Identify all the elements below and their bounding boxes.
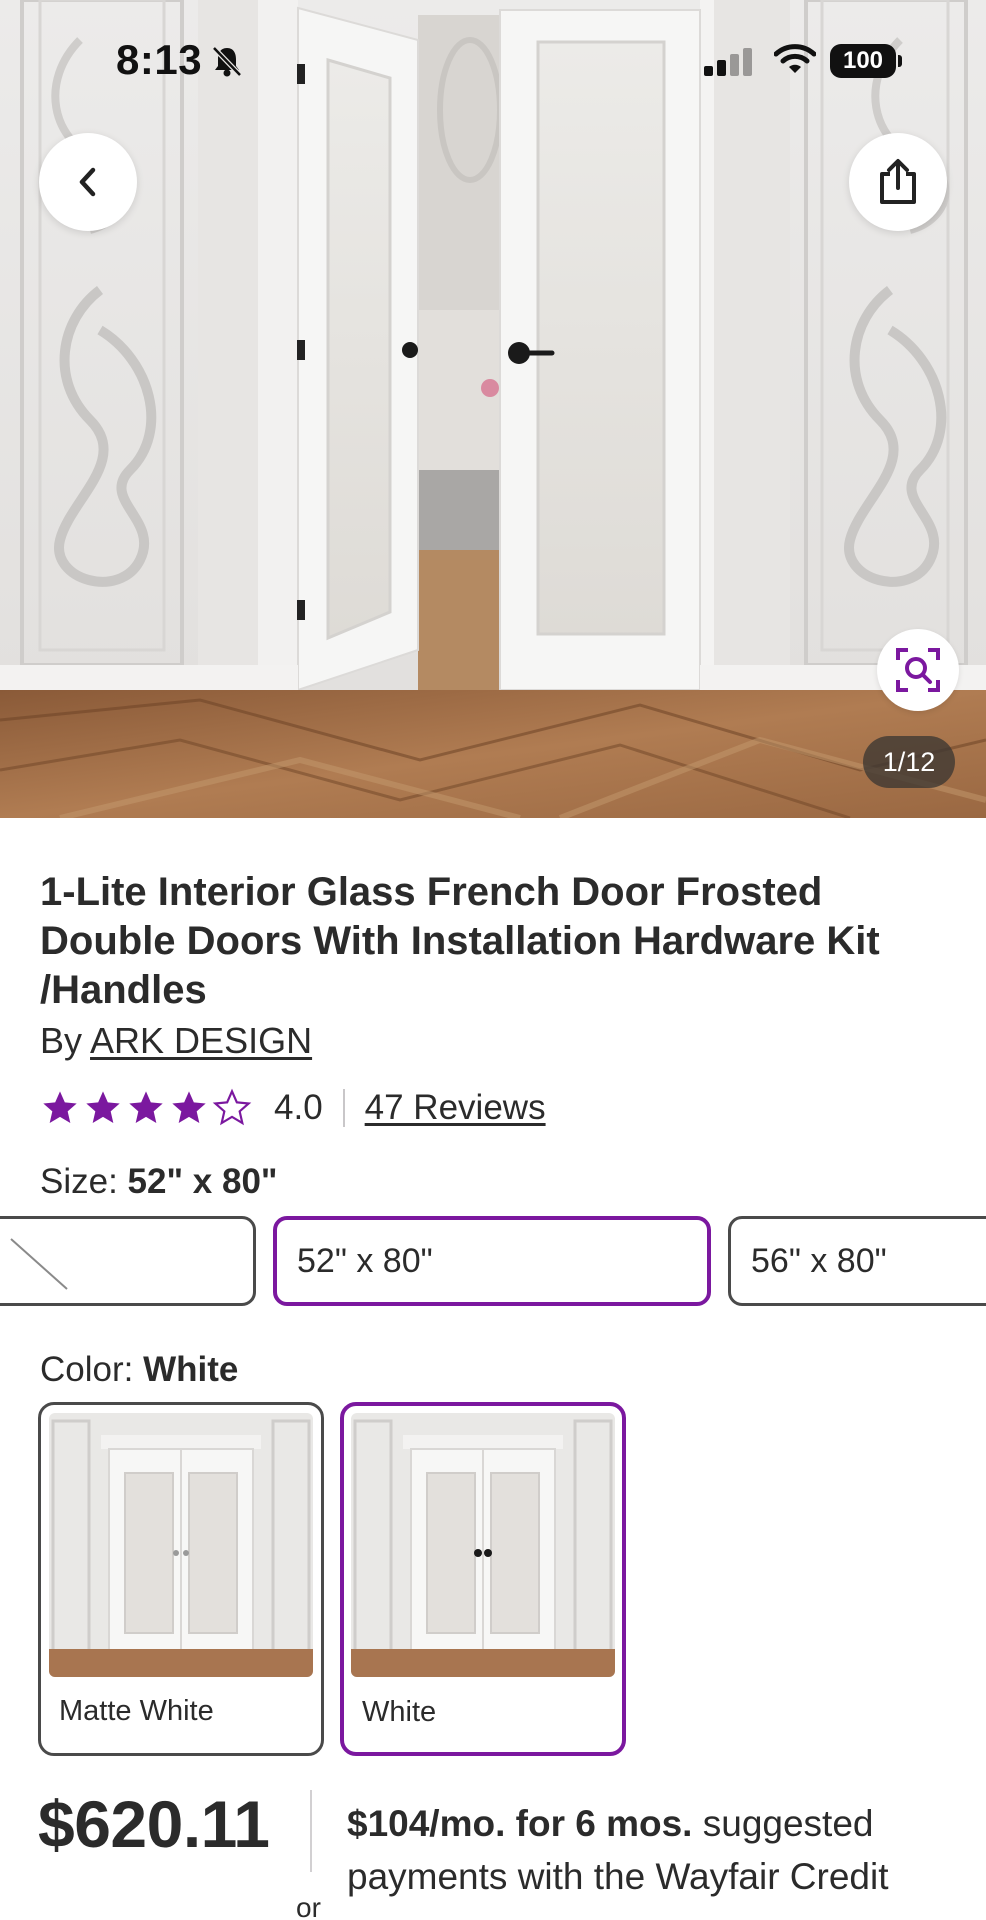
brand-link[interactable]: ARK DESIGN xyxy=(90,1020,312,1061)
matte-white-thumbnail xyxy=(49,1413,313,1677)
color-option-matte-white[interactable]: Matte White xyxy=(38,1402,324,1756)
rating-divider xyxy=(342,1089,345,1127)
color-option-name: White xyxy=(362,1696,437,1728)
back-button[interactable] xyxy=(39,133,137,231)
or-text: or xyxy=(296,1892,321,1920)
star-filled-icon xyxy=(86,1091,120,1123)
financing-monthly: $104/mo. for 6 mos. xyxy=(347,1803,693,1844)
chevron-left-icon xyxy=(79,167,96,197)
size-selected-value: 52" x 80" xyxy=(127,1162,278,1201)
price-divider xyxy=(310,1790,312,1872)
reviews-link[interactable]: 47 Reviews xyxy=(365,1088,546,1128)
size-label: Size: 52" x 80" xyxy=(40,1162,278,1202)
by-prefix: By xyxy=(40,1020,83,1061)
color-option-white[interactable]: White xyxy=(340,1402,626,1756)
color-label-text: Color: xyxy=(40,1350,134,1389)
star-filled-icon xyxy=(129,1091,163,1123)
unavailable-slash-icon xyxy=(10,1238,68,1290)
size-option-unavailable[interactable] xyxy=(0,1216,256,1306)
status-bar: 8:13 100 xyxy=(0,0,986,120)
visual-search-icon xyxy=(896,648,940,692)
brand-byline: By ARK DESIGN xyxy=(40,1020,312,1062)
bell-muted-icon xyxy=(210,44,244,83)
color-selected-value: White xyxy=(143,1350,239,1389)
battery-indicator: 100 xyxy=(830,44,902,78)
rating-row[interactable]: 4.0 47 Reviews xyxy=(40,1085,546,1131)
star-filled-icon xyxy=(43,1091,77,1123)
hero-photo xyxy=(0,0,986,818)
star-empty-icon xyxy=(212,1088,252,1126)
size-label-text: Size: xyxy=(40,1162,118,1201)
cellular-signal-icon xyxy=(704,46,756,81)
financing-offer[interactable]: $104/mo. for 6 mos. suggested payments w… xyxy=(347,1797,967,1903)
share-button[interactable] xyxy=(849,133,947,231)
share-icon xyxy=(880,159,916,204)
white-thumbnail xyxy=(351,1413,615,1677)
product-title: 1-Lite Interior Glass French Door Froste… xyxy=(40,870,880,1012)
color-label: Color: White xyxy=(40,1350,238,1390)
color-option-name: Matte White xyxy=(59,1695,214,1727)
image-counter: 1/12 xyxy=(863,736,955,788)
status-time: 8:13 xyxy=(116,36,203,83)
visual-search-button[interactable] xyxy=(877,629,959,711)
size-option-56x80[interactable]: 56" x 80" xyxy=(728,1216,986,1306)
star-rating xyxy=(40,1088,252,1128)
star-filled-icon xyxy=(172,1091,206,1123)
product-hero-image[interactable]: 8:13 100 1/12 xyxy=(0,0,986,818)
size-option-52x80[interactable]: 52" x 80" xyxy=(273,1216,711,1306)
product-price: $620.11 xyxy=(38,1787,270,1861)
rating-value: 4.0 xyxy=(274,1088,323,1127)
wifi-icon xyxy=(773,42,817,81)
